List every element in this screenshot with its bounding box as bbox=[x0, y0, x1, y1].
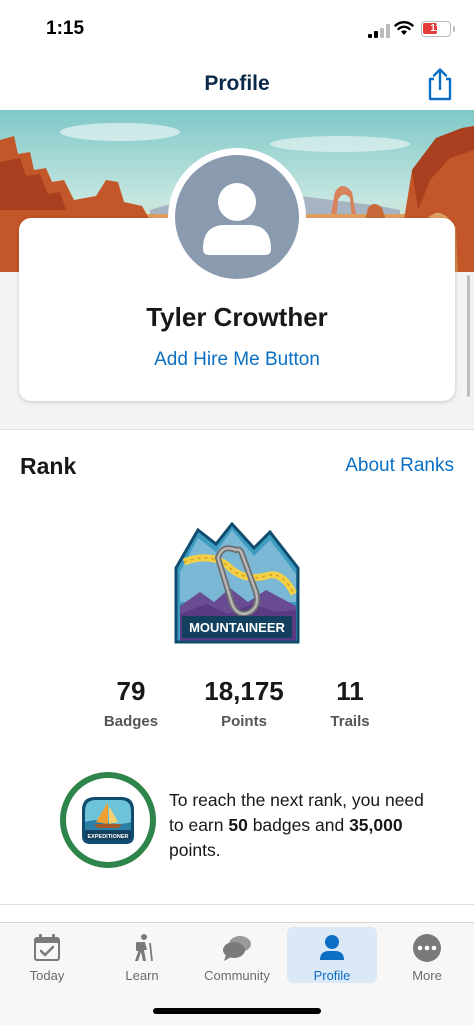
battery-icon: 11 bbox=[421, 21, 451, 37]
person-placeholder-icon bbox=[203, 183, 271, 255]
about-ranks-link[interactable]: About Ranks bbox=[345, 455, 454, 477]
stat-badges: 79 Badges bbox=[96, 676, 166, 730]
tab-today[interactable]: Today bbox=[2, 927, 92, 983]
tab-community[interactable]: Community bbox=[192, 927, 282, 983]
badges-label: Badges bbox=[103, 713, 159, 730]
rank-heading: Rank bbox=[20, 453, 77, 479]
tab-label: Profile bbox=[313, 968, 351, 983]
share-icon[interactable] bbox=[424, 66, 456, 102]
badges-needed: 50 bbox=[228, 815, 248, 835]
person-icon bbox=[320, 935, 344, 960]
next-rank-message: To reach the next rank, you need to earn… bbox=[169, 788, 439, 863]
trails-count: 11 bbox=[336, 676, 364, 706]
tab-learn[interactable]: Learn bbox=[97, 927, 187, 983]
status-bar: 1:15 11 bbox=[0, 0, 474, 58]
chat-bubbles-icon bbox=[223, 936, 251, 961]
scrollbar[interactable] bbox=[467, 275, 470, 397]
stat-trails: 11 Trails bbox=[315, 676, 385, 730]
expeditioner-badge: EXPEDITIONER bbox=[82, 797, 134, 844]
points-label: Points bbox=[221, 713, 267, 730]
tab-more[interactable]: More bbox=[382, 927, 472, 983]
nav-bar: Profile bbox=[0, 58, 474, 110]
profile-name: Tyler Crowther bbox=[146, 302, 328, 332]
points-needed: 35,000 bbox=[349, 815, 403, 835]
battery-cap bbox=[453, 26, 455, 32]
mountaineer-badge-label: MOUNTAINEER bbox=[189, 620, 285, 635]
tab-profile[interactable]: Profile bbox=[287, 927, 377, 983]
add-hire-me-button[interactable]: Add Hire Me Button bbox=[0, 349, 474, 371]
more-dots-icon bbox=[413, 934, 441, 962]
home-indicator bbox=[153, 1008, 321, 1014]
section-divider bbox=[0, 904, 474, 905]
mountaineer-badge: MOUNTAINEER bbox=[174, 522, 300, 644]
trails-label: Trails bbox=[330, 713, 370, 730]
status-time: 1:15 bbox=[46, 18, 85, 39]
badges-count: 79 bbox=[116, 676, 146, 706]
avatar[interactable] bbox=[168, 148, 306, 286]
tab-label: Community bbox=[204, 968, 270, 983]
next-rank-suffix: points. bbox=[169, 840, 221, 860]
wifi-icon bbox=[394, 21, 414, 35]
next-rank-middle: badges and bbox=[252, 815, 345, 835]
expeditioner-badge-label: EXPEDITIONER bbox=[88, 834, 129, 840]
battery-level: 11 bbox=[430, 23, 441, 34]
stat-points: 18,175 Points bbox=[194, 676, 294, 730]
next-rank-progress-ring: EXPEDITIONER bbox=[60, 772, 156, 868]
tab-label: Learn bbox=[125, 968, 159, 983]
tab-label: Today bbox=[29, 968, 65, 983]
hiker-icon bbox=[135, 934, 153, 962]
calendar-check-icon bbox=[34, 934, 60, 961]
points-count: 18,175 bbox=[204, 676, 284, 706]
tab-label: More bbox=[412, 968, 442, 983]
page-title: Profile bbox=[204, 72, 270, 95]
signal-icon bbox=[368, 24, 390, 38]
